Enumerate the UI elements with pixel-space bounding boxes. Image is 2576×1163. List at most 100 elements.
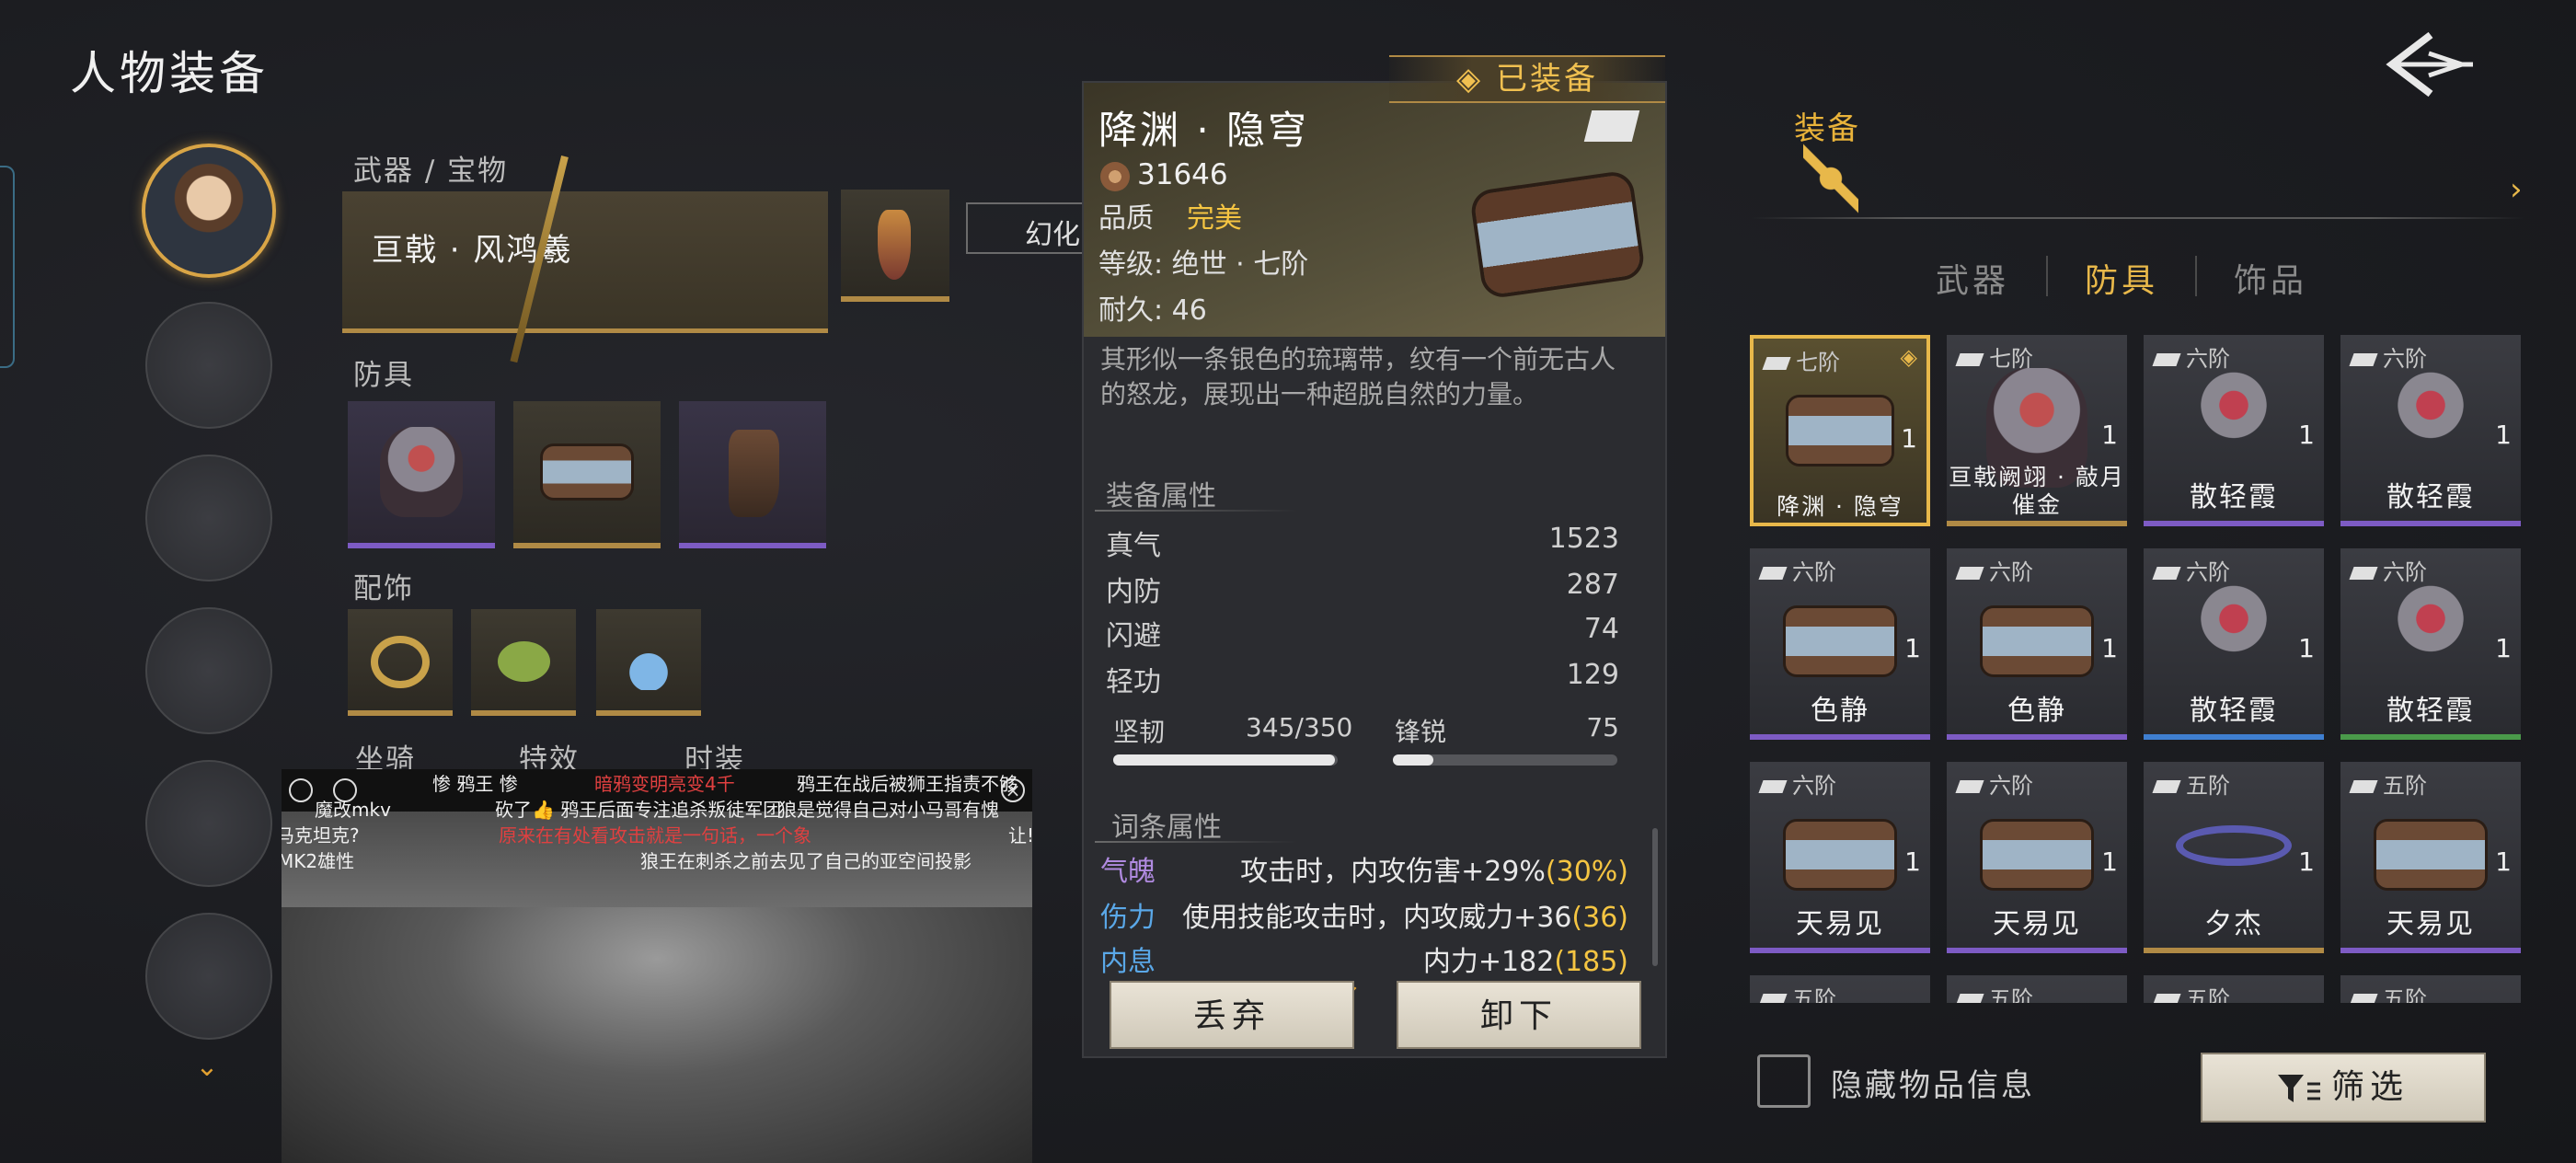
- tab-accessory[interactable]: 饰品: [2234, 254, 2307, 302]
- danmu-comment: 狼是觉得自己对小马哥有愧: [778, 799, 999, 821]
- inventory-item[interactable]: 五阶: [2340, 975, 2521, 1003]
- equip-category-icon[interactable]: [1803, 144, 1858, 213]
- floating-video-player[interactable]: × 惨 鸦王 惨 暗鸦变明亮变4千 鸦王在战后被狮王指责不够 魔改mkv 砍了👍…: [282, 769, 1032, 1163]
- jade-pendant-icon: [497, 641, 550, 683]
- hide-info-checkbox[interactable]: [1757, 1054, 1811, 1108]
- inventory-item[interactable]: 五阶 1 夕杰: [2144, 762, 2324, 953]
- item-tier: 六阶: [1958, 554, 2033, 586]
- item-tier: 七阶: [1765, 344, 1840, 376]
- mask-icon: [2386, 368, 2475, 462]
- divider: [2046, 256, 2048, 296]
- inventory-item[interactable]: 五阶: [1947, 975, 2127, 1003]
- inventory-item[interactable]: 五阶: [2144, 975, 2324, 1003]
- belt-icon: [1786, 821, 1894, 889]
- filter-icon: [2278, 1075, 2320, 1102]
- armor-slot-belt[interactable]: [513, 401, 661, 548]
- transmog-button[interactable]: 幻化: [966, 202, 1086, 254]
- affix-text: 内力+182(185): [1423, 938, 1628, 979]
- chevron-right-icon[interactable]: ›: [2510, 171, 2523, 208]
- affix-text: 使用技能攻击时，内攻威力+36(36): [1182, 894, 1628, 935]
- treasure-icon: [878, 210, 911, 280]
- item-count: 1: [2495, 633, 2512, 663]
- inventory-item[interactable]: 六阶 1 天易见: [1750, 762, 1930, 953]
- item-count: 1: [2495, 846, 2512, 877]
- stat-name: 真气: [1106, 530, 1161, 562]
- danmu-comment: 原来在有处看攻击就是一句话，一个象: [499, 824, 811, 846]
- toughness-value: 345/350: [1246, 712, 1353, 743]
- item-belt-icon: [1473, 173, 1642, 296]
- danmu-comment: 鸦王在战后被狮王指责不够: [797, 773, 1018, 795]
- character-avatar[interactable]: [142, 144, 276, 278]
- item-tier: 五阶: [2352, 767, 2427, 800]
- affix-list[interactable]: 气魄 攻击时，内攻伤害+29%(30%) 伤力 使用技能攻击时，内攻威力+36(…: [1084, 841, 1654, 988]
- weapon-slot[interactable]: 亘戟 · 风鸿羲: [342, 191, 828, 333]
- belt-icon: [1983, 607, 2091, 675]
- tab-armor[interactable]: 防具: [2085, 254, 2158, 302]
- inventory-item[interactable]: 五阶 1 天易见: [2340, 762, 2521, 953]
- inventory-grid[interactable]: 七阶 1 降渊 · 隐穹 ◈ 七阶 1 亘戟阙翊 · 敲月催金 六阶 1 散轻霞 六阶 1 散轻霞 六阶 1…: [1750, 335, 2523, 1003]
- item-level: 等级: 绝世 · 七阶: [1098, 248, 1309, 281]
- inventory-item[interactable]: 七阶 1 亘戟阙翊 · 敲月催金: [1947, 335, 2127, 526]
- belt-icon: [1983, 821, 2091, 889]
- earring-icon: [625, 631, 673, 690]
- armor-slot-boots[interactable]: [679, 401, 826, 548]
- affix-name: 气魄: [1100, 856, 1156, 888]
- stat-value: 74: [1583, 613, 1619, 645]
- character-slot[interactable]: [145, 760, 272, 887]
- hide-info-label[interactable]: 隐藏物品信息: [1831, 1060, 2035, 1105]
- sash-icon: [2176, 824, 2292, 867]
- filter-button[interactable]: 筛选: [2201, 1053, 2486, 1123]
- inventory-item[interactable]: 六阶 1 天易见: [1947, 762, 2127, 953]
- item-count: 1: [2101, 846, 2118, 877]
- inventory-item[interactable]: 六阶 1 色静: [1750, 548, 1930, 740]
- accessory-slot-earring[interactable]: [596, 609, 701, 716]
- inventory-item[interactable]: 五阶: [1750, 975, 1930, 1003]
- item-name: 降渊 · 隐穹: [1098, 108, 1310, 153]
- back-arrow-icon[interactable]: [2374, 28, 2475, 101]
- danmu-comment: 狼王在刺杀之前去见了自己的亚空间投影: [640, 850, 972, 872]
- danmu-comment: 马克坦克?: [282, 824, 360, 846]
- accessory-slot-pendant[interactable]: [471, 609, 576, 716]
- belt-icon: [1788, 397, 1892, 464]
- video-restore-icon[interactable]: [289, 778, 313, 802]
- side-drawer-handle[interactable]: [0, 166, 15, 368]
- armor-section-label: 防具: [353, 359, 414, 392]
- inventory-item[interactable]: 六阶 1 散轻霞: [2144, 548, 2324, 740]
- panel-scrollbar[interactable]: [1652, 828, 1658, 966]
- item-name: 散轻霞: [2386, 695, 2475, 727]
- inventory-item[interactable]: 七阶 1 降渊 · 隐穹 ◈: [1750, 335, 1930, 526]
- character-slot[interactable]: [145, 913, 272, 1040]
- item-name: 色静: [1811, 695, 1869, 727]
- item-tier: 六阶: [1958, 767, 2033, 800]
- armor-slot-chest[interactable]: [348, 401, 495, 548]
- tab-weapon[interactable]: 武器: [1936, 254, 2009, 302]
- treasure-slot[interactable]: [841, 190, 949, 302]
- inventory-item[interactable]: 六阶 1 散轻霞: [2144, 335, 2324, 526]
- belt-icon: [1786, 607, 1894, 675]
- item-name: 色静: [2007, 695, 2066, 727]
- item-name: 散轻霞: [2190, 695, 2278, 727]
- item-name: 天易见: [1993, 908, 2081, 940]
- inventory-item[interactable]: 六阶 1 散轻霞: [2340, 548, 2521, 740]
- item-name: 散轻霞: [2190, 481, 2278, 513]
- item-count: 1: [2101, 420, 2118, 450]
- discard-button[interactable]: 丢弃: [1110, 981, 1354, 1049]
- video-frame: [282, 907, 1032, 1163]
- item-description: 其形似一条银色的琉璃带，纹有一个前无古人的怒龙，展现出一种超脱自然的力量。: [1100, 344, 1616, 409]
- chevron-down-icon[interactable]: ⌄: [193, 1054, 221, 1081]
- power-icon: [1100, 162, 1130, 191]
- divider: [1095, 510, 1297, 512]
- inventory-item[interactable]: 六阶 1 色静: [1947, 548, 2127, 740]
- danmu-comment: 魔改mkv: [315, 799, 391, 821]
- unequip-button[interactable]: 卸下: [1397, 981, 1641, 1049]
- character-slot[interactable]: [145, 455, 272, 582]
- share-icon[interactable]: [1583, 110, 1640, 142]
- accessory-slot-ring[interactable]: [348, 609, 453, 716]
- inventory-item[interactable]: 六阶 1 散轻霞: [2340, 335, 2521, 526]
- character-slot[interactable]: [145, 607, 272, 734]
- danmu-comment: 暗鸦变明亮变4千: [594, 773, 735, 795]
- chest-armor-icon: [380, 426, 463, 518]
- character-slot[interactable]: [145, 302, 272, 429]
- item-tier: 六阶: [1761, 767, 1836, 800]
- stat-value: 287: [1566, 569, 1619, 601]
